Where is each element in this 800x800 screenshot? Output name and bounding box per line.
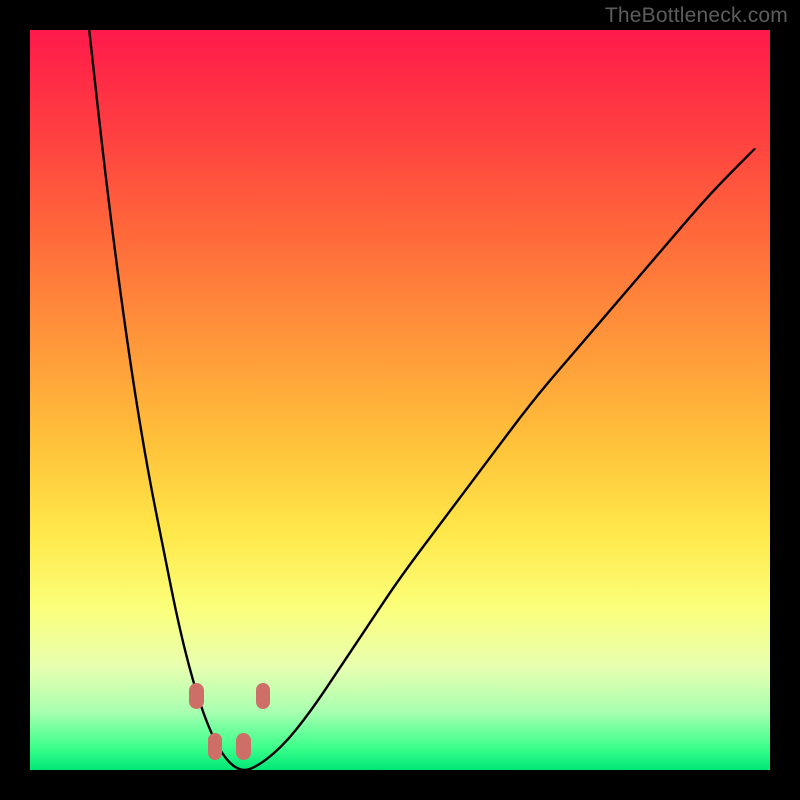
- marker-dot: [208, 733, 223, 760]
- minimum-markers: [30, 30, 770, 770]
- plot-area: [30, 30, 770, 770]
- marker-dot: [236, 733, 251, 760]
- outer-frame: TheBottleneck.com: [0, 0, 800, 800]
- marker-dot: [256, 683, 271, 710]
- watermark-text: TheBottleneck.com: [605, 4, 788, 28]
- marker-dot: [189, 683, 204, 710]
